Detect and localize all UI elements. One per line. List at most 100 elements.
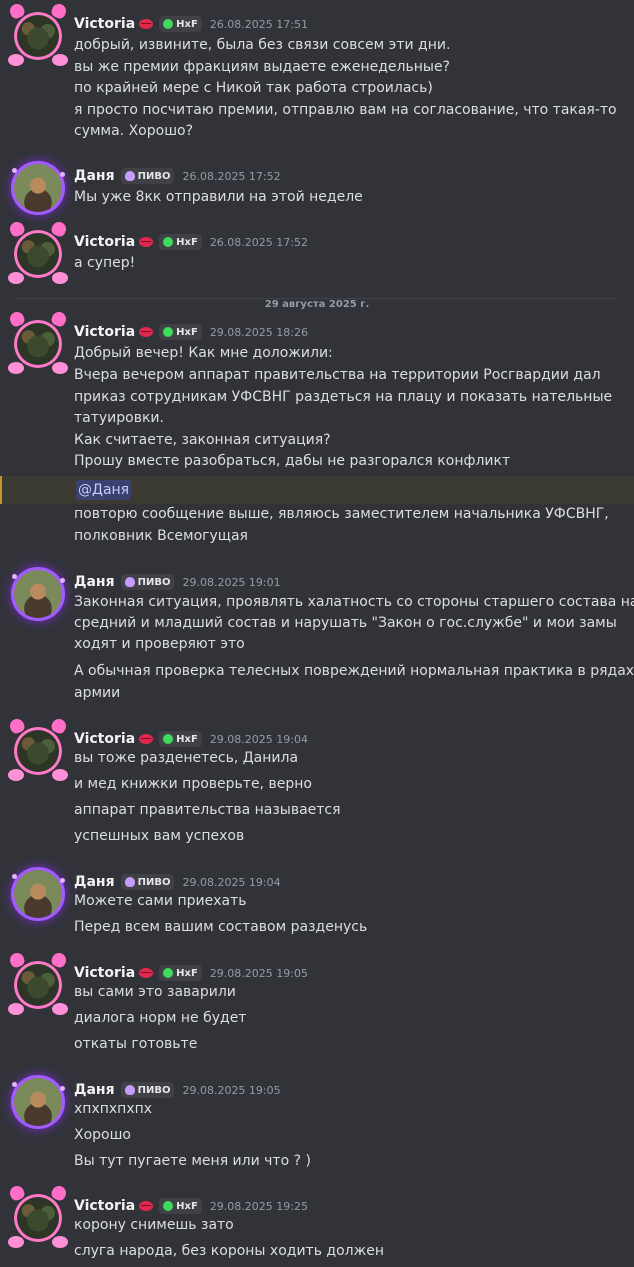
- username[interactable]: Даня: [74, 168, 115, 184]
- guild-tag-label: ПИВО: [137, 170, 171, 182]
- bow-icon: [8, 1003, 24, 1015]
- message-header: Даня ПИВО 29.08.2025 19:01: [74, 572, 281, 592]
- skull-icon: [163, 968, 174, 978]
- guild-tag[interactable]: HxF: [159, 731, 202, 747]
- message-header: Victoria HxF 26.08.2025 17:52: [74, 232, 308, 252]
- guild-tag-label: ПИВО: [137, 876, 171, 888]
- guild-tag[interactable]: HxF: [159, 965, 202, 981]
- lips-icon: [139, 327, 154, 337]
- avatar[interactable]: [7, 219, 69, 284]
- username[interactable]: Даня: [74, 874, 115, 890]
- message-text: Прошу вместе разобраться, дабы не разгор…: [74, 453, 511, 469]
- bow-icon: [52, 1236, 68, 1248]
- message-text: сумма. Хорошо?: [74, 123, 193, 139]
- avatar[interactable]: [7, 950, 69, 1015]
- timestamp[interactable]: 26.08.2025 17:52: [210, 236, 308, 249]
- guild-tag[interactable]: ПИВО: [120, 1082, 175, 1098]
- guild-tag-label: HxF: [176, 326, 198, 338]
- message-text: успешных вам успехов: [74, 828, 245, 844]
- message-text: слуга народа, без короны ходить должен: [74, 1243, 384, 1259]
- bunny-ear-icon: [49, 1183, 69, 1203]
- skull-icon: [163, 734, 174, 744]
- guild-tag[interactable]: ПИВО: [120, 574, 175, 590]
- message-header: Victoria HxF 29.08.2025 19:25: [74, 1196, 308, 1216]
- message-text: Перед всем вашим составом разденусь: [74, 919, 368, 935]
- bunny-ear-icon: [7, 309, 27, 329]
- message-text: Мы уже 8кк отправили на этой неделе: [74, 189, 363, 205]
- lips-icon: [139, 734, 154, 744]
- bunny-ear-icon: [7, 1, 27, 21]
- avatar[interactable]: [7, 309, 69, 374]
- message-text: вы сами это заварили: [74, 984, 236, 1000]
- message-text: армии: [74, 685, 121, 701]
- timestamp[interactable]: 29.08.2025 19:05: [210, 967, 308, 980]
- guild-tag[interactable]: HxF: [159, 234, 202, 250]
- username[interactable]: Даня: [74, 1082, 115, 1098]
- message-text: полковник Всемогущая: [74, 528, 248, 544]
- avatar[interactable]: [7, 1, 69, 66]
- user-mention[interactable]: @Даня: [76, 480, 132, 500]
- sparkle-icon: [60, 1086, 65, 1091]
- message-text: Хорошо: [74, 1127, 131, 1143]
- timestamp[interactable]: 26.08.2025 17:52: [182, 170, 280, 183]
- message-header: Даня ПИВО 29.08.2025 19:04: [74, 872, 281, 892]
- timestamp[interactable]: 29.08.2025 19:04: [182, 876, 280, 889]
- bunny-ear-icon: [49, 309, 69, 329]
- timestamp[interactable]: 29.08.2025 19:04: [210, 733, 308, 746]
- username[interactable]: Victoria: [74, 731, 135, 747]
- avatar[interactable]: [12, 1078, 65, 1126]
- username[interactable]: Даня: [74, 574, 115, 590]
- avatar[interactable]: [12, 164, 65, 212]
- message-header: Victoria HxF 29.08.2025 18:26: [74, 322, 308, 342]
- sparkle-icon: [60, 578, 65, 583]
- message-text: и мед книжки проверьте, верно: [74, 776, 312, 792]
- bunny-ear-icon: [49, 1, 69, 21]
- username[interactable]: Victoria: [74, 965, 135, 981]
- avatar[interactable]: [12, 870, 65, 918]
- timestamp[interactable]: 29.08.2025 19:01: [182, 576, 280, 589]
- avatar[interactable]: [7, 1183, 69, 1248]
- mention-highlight-row: @Даня: [0, 476, 634, 504]
- username[interactable]: Victoria: [74, 234, 135, 250]
- sparkle-icon: [12, 1082, 17, 1087]
- username[interactable]: Victoria: [74, 324, 135, 340]
- avatar[interactable]: [7, 716, 69, 781]
- timestamp[interactable]: 29.08.2025 19:05: [182, 1084, 280, 1097]
- guild-tag-label: HxF: [176, 236, 198, 248]
- bow-icon: [8, 1236, 24, 1248]
- guild-tag[interactable]: HxF: [159, 324, 202, 340]
- message-header: Даня ПИВО 26.08.2025 17:52: [74, 166, 281, 186]
- sparkle-icon: [60, 172, 65, 177]
- heart-icon: [124, 171, 135, 181]
- guild-tag[interactable]: HxF: [159, 16, 202, 32]
- guild-tag[interactable]: ПИВО: [120, 874, 175, 890]
- message-text: А обычная проверка телесных повреждений …: [74, 663, 634, 679]
- message-header: Victoria HxF 26.08.2025 17:51: [74, 14, 308, 34]
- timestamp[interactable]: 26.08.2025 17:51: [210, 18, 308, 31]
- message-text: приказ сотрудникам УФСВНГ раздеться на п…: [74, 388, 613, 405]
- message-text: диалога норм не будет: [74, 1010, 247, 1026]
- guild-tag-label: HxF: [176, 733, 198, 745]
- username[interactable]: Victoria: [74, 1198, 135, 1214]
- guild-tag[interactable]: ПИВО: [120, 168, 175, 184]
- sparkle-icon: [60, 878, 65, 883]
- lips-icon: [139, 968, 154, 978]
- lips-icon: [139, 19, 154, 29]
- timestamp[interactable]: 29.08.2025 19:25: [210, 1200, 308, 1213]
- message-header: Даня ПИВО 29.08.2025 19:05: [74, 1080, 281, 1100]
- timestamp[interactable]: 29.08.2025 18:26: [210, 326, 308, 339]
- message-text: корону снимешь зато: [74, 1217, 234, 1233]
- heart-icon: [124, 877, 135, 887]
- skull-icon: [163, 327, 174, 337]
- message-text: вы же премии фракциям выдаете еженедельн…: [74, 58, 450, 75]
- skull-icon: [163, 237, 174, 247]
- username[interactable]: Victoria: [74, 16, 135, 32]
- message-text: аппарат правительства называется: [74, 802, 341, 818]
- chat-log: Victoria HxF 26.08.2025 17:51 добрый, из…: [0, 0, 634, 1267]
- avatar[interactable]: [12, 570, 65, 618]
- date-divider-label: 29 августа 2025 г.: [258, 299, 376, 310]
- heart-icon: [124, 577, 135, 587]
- message-header: Victoria HxF 29.08.2025 19:05: [74, 963, 308, 983]
- message-header: Victoria HxF 29.08.2025 19:04: [74, 729, 308, 749]
- guild-tag[interactable]: HxF: [159, 1198, 202, 1214]
